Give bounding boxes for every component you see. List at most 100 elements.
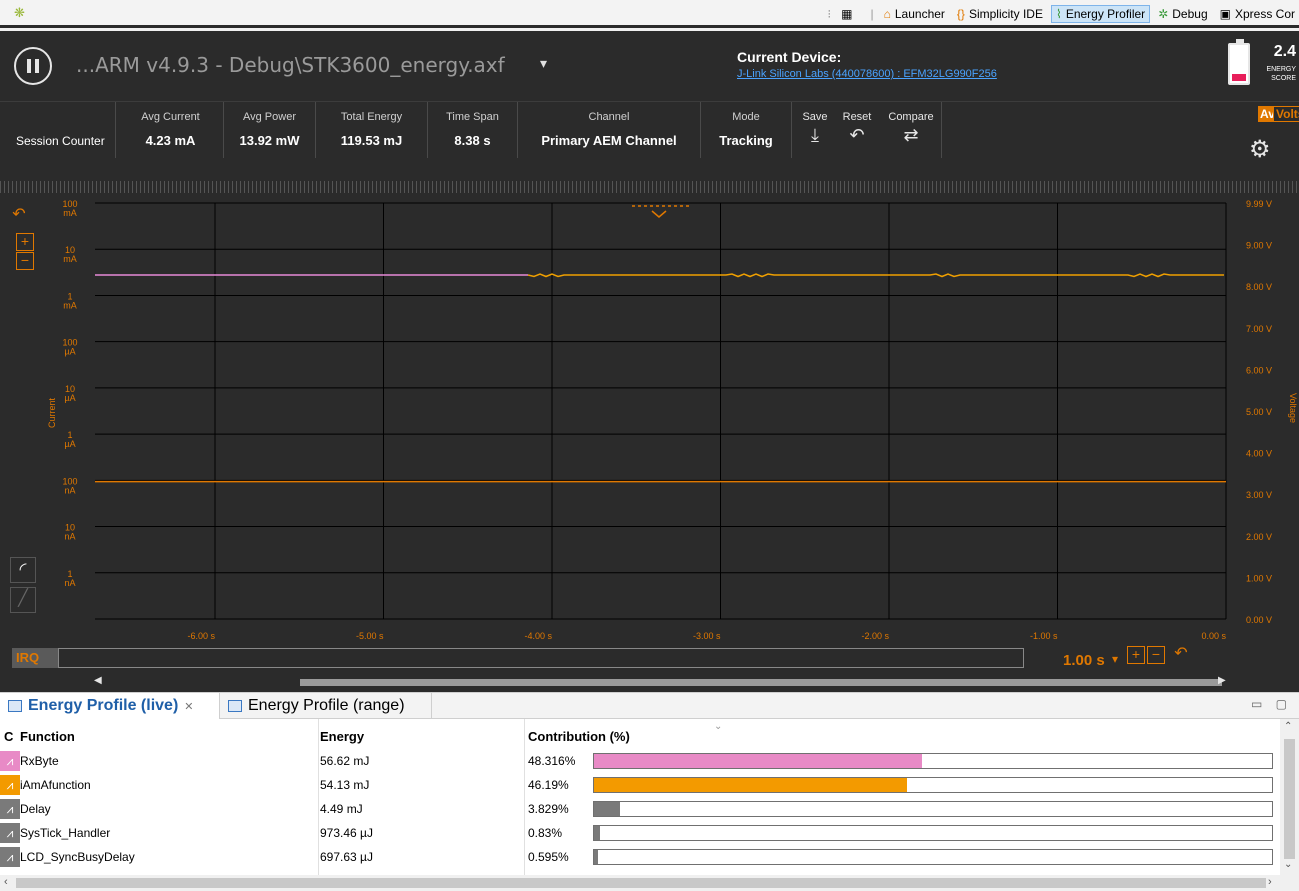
voltage-tick: 1.00 V	[1246, 573, 1272, 583]
reset-time-zoom-icon[interactable]: ↶	[1172, 646, 1190, 664]
time-ruler[interactable]	[0, 181, 1299, 193]
avg-power-stat: Avg Power 13.92 mW	[224, 102, 316, 158]
perspective-energy-profiler[interactable]: ⌇ Energy Profiler	[1050, 5, 1151, 23]
minimize-icon[interactable]: ▭	[1251, 697, 1262, 711]
battery-fill	[1232, 74, 1246, 81]
total-energy-value: 119.53 mJ	[340, 133, 403, 148]
table-row[interactable]: ⩘ iAmAfunction 54.13 mJ 46.19%	[0, 773, 1280, 797]
zoom-in-x-button[interactable]: +	[1127, 646, 1145, 664]
time-tick: -6.00 s	[187, 631, 215, 641]
time-zoom-value[interactable]: 1.00 s	[1063, 652, 1105, 669]
save-download-icon: ⤓	[811, 125, 819, 145]
time-span-stat: Time Span 8.38 s	[428, 102, 518, 158]
table-horizontal-scrollbar[interactable]: ‹ ›	[0, 875, 1299, 891]
linear-scale-icon[interactable]: ╱	[10, 587, 36, 613]
current-tick-unit: µA	[64, 439, 75, 449]
energy-plot[interactable]: 100 mA 10 mA 1 mA 100 µA 10 µA 1 µA 100 nA 10 nA 1 nA Curr…	[0, 193, 1299, 645]
mode-value: Tracking	[719, 133, 773, 148]
table-scroll-left-icon[interactable]: ‹	[4, 876, 8, 888]
log-scale-icon[interactable]: ◜	[10, 557, 36, 583]
function-percent: 0.83%	[528, 826, 563, 840]
table-scroll-thumb[interactable]	[1284, 739, 1295, 859]
tab-energy-profile-range[interactable]: Energy Profile (range)	[220, 693, 432, 719]
plot-scroll-thumb[interactable]	[300, 679, 1222, 686]
current-tick-unit: mA	[63, 254, 77, 264]
perspective-debug[interactable]: ✲ Debug	[1154, 6, 1211, 22]
column-c[interactable]: C	[4, 729, 13, 744]
scroll-down-icon[interactable]: ⌄	[1284, 859, 1292, 870]
file-title: ...ARM v4.9.3 - Debug\STK3600_energy.axf	[76, 53, 505, 77]
table-icon	[228, 700, 242, 712]
table-row[interactable]: ⩘ Delay 4.49 mJ 3.829%	[0, 797, 1280, 821]
channel-selector[interactable]: Channel Primary AEM Channel	[518, 102, 701, 158]
table-scroll-right-icon[interactable]: ›	[1268, 876, 1272, 888]
view-tabs: Energy Profile (live) ✕ Energy Profile (…	[0, 693, 1299, 719]
contribution-bar-fill	[594, 826, 600, 840]
plot-horizontal-scrollbar[interactable]: ◀ ▶	[0, 673, 1299, 692]
file-dropdown-chevron-icon[interactable]: ▾	[540, 55, 547, 72]
reset-zoom-icon[interactable]: ↶	[10, 207, 28, 225]
maximize-icon[interactable]: ▢	[1276, 697, 1287, 711]
compare-button[interactable]: Compare ⇄	[884, 111, 938, 146]
scroll-right-icon[interactable]: ▶	[1218, 675, 1226, 686]
table-vertical-scrollbar[interactable]: ⌃ ⌄	[1280, 719, 1299, 875]
perspective-launcher[interactable]: ⌂ Launcher	[880, 6, 949, 22]
voltage-tick: 6.00 V	[1246, 365, 1272, 375]
plot-canvas[interactable]: 100mA10mA1mA100µA10µA1µA100nA10nA1nACurr…	[0, 193, 1299, 645]
mode-selector[interactable]: Mode Tracking	[701, 102, 792, 158]
tab-energy-profile-live[interactable]: Energy Profile (live) ✕	[0, 693, 220, 719]
zoom-out-y-button[interactable]: −	[16, 252, 34, 270]
current-axis-title: Current	[47, 397, 57, 428]
irq-timeline[interactable]	[58, 648, 1024, 668]
current-tick-unit: mA	[63, 208, 77, 218]
table-row[interactable]: ⩘ RxByte 56.62 mJ 48.316%	[0, 749, 1280, 773]
current-tick-unit: µA	[64, 347, 75, 357]
perspective-xpress-label: Xpress Cor	[1234, 7, 1295, 21]
current-device-label: Current Device:	[737, 49, 842, 65]
zoom-in-y-button[interactable]: +	[16, 233, 34, 251]
contribution-bar-fill	[594, 754, 922, 768]
contribution-bar-fill	[594, 802, 620, 816]
column-contribution[interactable]: Contribution (%)	[528, 729, 630, 744]
function-wave-icon: ⩘	[0, 751, 20, 771]
reset-undo-icon: ↶	[849, 125, 865, 145]
current-trace-live	[527, 273, 1224, 278]
tab-live-label: Energy Profile (live)	[28, 697, 179, 714]
pause-button[interactable]	[14, 47, 52, 85]
current-device-link[interactable]: J-Link Silicon Labs (440078600) : EFM32L…	[737, 68, 997, 80]
battery-icon	[1228, 39, 1250, 85]
perspective-simplicity-ide[interactable]: {} Simplicity IDE	[953, 6, 1047, 22]
voltage-tick: 4.00 V	[1246, 449, 1272, 459]
perspective-xpress[interactable]: ▣ Xpress Cor	[1216, 6, 1299, 22]
time-tick: -5.00 s	[356, 631, 384, 641]
voltage-tick: 9.99 V	[1246, 199, 1272, 209]
view-controls: ▭ ▢	[1251, 697, 1287, 711]
column-energy[interactable]: Energy	[320, 729, 364, 744]
zoom-out-x-button[interactable]: −	[1147, 646, 1165, 664]
scroll-left-icon[interactable]: ◀	[94, 675, 102, 686]
channel-value: Primary AEM Channel	[541, 133, 677, 148]
avg-power-label: Avg Power	[243, 111, 296, 123]
volts-toggle-button[interactable]: Volts	[1273, 106, 1299, 122]
reset-button[interactable]: Reset ↶	[838, 111, 876, 146]
compare-label: Compare	[888, 111, 934, 123]
table-row[interactable]: ⩘ LCD_SyncBusyDelay 697.63 µJ 0.595%	[0, 845, 1280, 869]
save-button[interactable]: Save ⤓	[800, 111, 830, 146]
time-span-label: Time Span	[446, 111, 499, 123]
voltage-tick: 5.00 V	[1246, 407, 1272, 417]
close-icon[interactable]: ✕	[184, 700, 193, 713]
scroll-up-icon[interactable]: ⌃	[1284, 721, 1292, 732]
open-perspective-button[interactable]: ▦	[837, 6, 860, 22]
function-wave-icon: ⩘	[0, 775, 20, 795]
profiler-header: ...ARM v4.9.3 - Debug\STK3600_energy.axf…	[0, 31, 1299, 101]
table-hscroll-thumb[interactable]	[16, 878, 1266, 888]
table-row[interactable]: ⩘ SysTick_Handler 973.46 µJ 0.83%	[0, 821, 1280, 845]
table-icon	[8, 700, 22, 712]
chevron-down-icon[interactable]: ▾	[1112, 652, 1118, 666]
voltage-tick: 0.00 V	[1246, 615, 1272, 625]
column-function[interactable]: Function	[20, 729, 75, 744]
gear-icon[interactable]: ⚙	[1249, 138, 1271, 162]
irq-row: IRQ 1.00 s ▾ + − ↶	[0, 645, 1299, 673]
voltage-tick: 7.00 V	[1246, 324, 1272, 334]
channel-label: Channel	[588, 111, 630, 123]
